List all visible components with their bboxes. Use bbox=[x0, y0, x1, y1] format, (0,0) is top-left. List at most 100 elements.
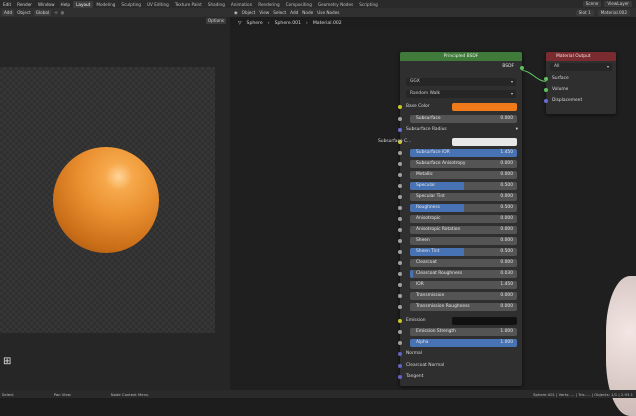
ne-node-menu[interactable]: Node bbox=[302, 10, 313, 15]
viewport-add-menu[interactable]: Add bbox=[2, 9, 15, 16]
field-value: 0.000 bbox=[500, 238, 513, 243]
workspace-tab-geometry-nodes[interactable]: Geometry Nodes bbox=[315, 1, 356, 8]
field-slider[interactable]: Specular Tint 0.000 bbox=[410, 193, 517, 201]
subsurface-color-swatch[interactable] bbox=[452, 138, 517, 146]
normal-socket[interactable] bbox=[398, 352, 402, 356]
principled-bsdf-node[interactable]: Principled BSDF BSDF GGX ▾ Random Walk ▾ B… bbox=[378, 52, 524, 386]
use-nodes-checkbox[interactable]: Use Nodes bbox=[317, 10, 339, 15]
alpha-value: 1.000 bbox=[500, 340, 513, 345]
target-dropdown[interactable]: All ▾ bbox=[550, 63, 612, 71]
orange-sphere-object[interactable] bbox=[53, 147, 159, 253]
field-input-socket[interactable] bbox=[398, 305, 402, 309]
node-editor-type-icon[interactable]: ◉ bbox=[234, 10, 238, 15]
field-slider[interactable]: IOR 1.450 bbox=[410, 281, 517, 289]
workspace-tab-shading[interactable]: Shading bbox=[205, 1, 228, 8]
field-slider[interactable]: Clearcoat 0.000 bbox=[410, 259, 517, 267]
field-input-socket[interactable] bbox=[398, 162, 402, 166]
workspace-tab-uv-editing[interactable]: UV Editing bbox=[144, 1, 172, 8]
field-input-socket[interactable] bbox=[398, 151, 402, 155]
emission-color-swatch[interactable] bbox=[452, 317, 517, 325]
subsurface-method-dropdown[interactable]: Random Walk ▾ bbox=[406, 90, 516, 98]
workspace-tab-layout[interactable]: Layout bbox=[73, 0, 94, 8]
menu-help[interactable]: Help bbox=[58, 2, 74, 7]
field-input-socket[interactable] bbox=[398, 228, 402, 232]
field-value: 0.030 bbox=[500, 271, 513, 276]
menu-render[interactable]: Render bbox=[14, 2, 35, 7]
alpha-slider[interactable]: Alpha 1.000 bbox=[410, 339, 517, 347]
view-layer-selector[interactable]: ViewLayer bbox=[604, 1, 632, 7]
field-slider[interactable]: Sheen 0.000 bbox=[410, 237, 517, 245]
workspace-tab-rendering[interactable]: Rendering bbox=[255, 1, 282, 8]
displacement-socket[interactable] bbox=[544, 99, 548, 103]
field-slider[interactable]: Specular 0.500 bbox=[410, 182, 517, 190]
subsurface-slider[interactable]: Subsurface 0.000 bbox=[410, 115, 517, 123]
workspace-tab-modeling[interactable]: Modeling bbox=[93, 1, 118, 8]
workspace-tab-animation[interactable]: Animation bbox=[228, 1, 255, 8]
field-input-socket[interactable] bbox=[398, 184, 402, 188]
field-input-socket[interactable] bbox=[398, 217, 402, 221]
surface-socket[interactable] bbox=[544, 77, 548, 81]
clearcoat-normal-row: Clearcoat Normal bbox=[398, 361, 522, 371]
ne-select-menu[interactable]: Select bbox=[273, 10, 286, 15]
field-slider[interactable]: Subsurface IOR 1.450 bbox=[410, 149, 517, 157]
clearcoat-normal-socket[interactable] bbox=[398, 364, 402, 368]
options-dropdown[interactable]: Options bbox=[205, 18, 226, 24]
tangent-socket[interactable] bbox=[398, 375, 402, 379]
field-input-socket[interactable] bbox=[398, 272, 402, 276]
emission-socket[interactable] bbox=[398, 319, 402, 323]
menu-window[interactable]: Window bbox=[35, 2, 58, 7]
breadcrumb-separator-icon: › bbox=[306, 20, 308, 26]
scene-selector[interactable]: Scene bbox=[582, 1, 602, 7]
field-input-socket[interactable] bbox=[398, 195, 402, 199]
bsdf-output-label: BSDF bbox=[502, 64, 514, 69]
subsurface-socket[interactable] bbox=[398, 117, 402, 121]
field-slider[interactable]: Roughness 0.500 bbox=[410, 204, 517, 212]
surface-row: Surface bbox=[544, 74, 616, 84]
workspace-tab-compositing[interactable]: Compositing bbox=[283, 1, 315, 8]
ne-add-menu[interactable]: Add bbox=[290, 10, 298, 15]
principled-node-title[interactable]: Principled BSDF bbox=[400, 52, 522, 61]
transform-orientation-dropdown[interactable]: Global bbox=[33, 9, 52, 16]
ne-object-menu[interactable]: Object bbox=[242, 10, 256, 15]
field-input-socket[interactable] bbox=[398, 173, 402, 177]
field-slider[interactable]: Subsurface Anisotropy 0.000 bbox=[410, 160, 517, 168]
volume-socket[interactable] bbox=[544, 88, 548, 92]
base-color-swatch[interactable] bbox=[452, 103, 517, 111]
displacement-row: Displacement bbox=[544, 96, 616, 106]
field-input-socket[interactable] bbox=[398, 250, 402, 254]
workspace-tab-sculpting[interactable]: Sculpting bbox=[118, 1, 144, 8]
field-input-socket[interactable] bbox=[398, 294, 402, 298]
menu-edit[interactable]: Edit bbox=[0, 2, 14, 7]
material-output-title[interactable]: Material Output bbox=[546, 52, 616, 61]
chevron-down-icon[interactable]: ▾ bbox=[516, 125, 518, 135]
proportional-edit-icon[interactable]: ◎ bbox=[61, 10, 65, 15]
field-slider[interactable]: Sheen Tint 0.500 bbox=[410, 248, 517, 256]
ne-view-menu[interactable]: View bbox=[259, 10, 269, 15]
subsurface-radius-socket[interactable] bbox=[398, 128, 402, 132]
field-input-socket[interactable] bbox=[398, 206, 402, 210]
material-output-node[interactable]: Material Output All ▾ Surface Volume Disp… bbox=[544, 52, 616, 114]
emission-strength-slider[interactable]: Emission Strength 1.000 bbox=[410, 328, 517, 336]
viewport-object-menu[interactable]: Object bbox=[17, 10, 31, 15]
field-input-socket[interactable] bbox=[398, 283, 402, 287]
snap-icon[interactable]: ⊹ bbox=[54, 10, 58, 15]
field-slider[interactable]: Anisotropic Rotation 0.000 bbox=[410, 226, 517, 234]
distribution-dropdown[interactable]: GGX ▾ bbox=[406, 78, 516, 86]
alpha-socket[interactable] bbox=[398, 341, 402, 345]
base-color-socket[interactable] bbox=[398, 105, 402, 109]
workspace-tab-scripting[interactable]: Scripting bbox=[356, 1, 381, 8]
field-slider[interactable]: Anisotropic 0.000 bbox=[410, 215, 517, 223]
emission-strength-socket[interactable] bbox=[398, 330, 402, 334]
field-input-socket[interactable] bbox=[398, 239, 402, 243]
bsdf-output-socket[interactable] bbox=[520, 66, 524, 70]
material-slot-dropdown[interactable]: Slot 1 bbox=[575, 9, 594, 16]
field-input-socket[interactable] bbox=[398, 261, 402, 265]
field-label: Transmission bbox=[416, 293, 445, 298]
field-slider[interactable]: Transmission 0.000 bbox=[410, 292, 517, 300]
field-value: 0.000 bbox=[500, 172, 513, 177]
field-slider[interactable]: Clearcoat Roughness 0.030 bbox=[410, 270, 517, 278]
field-slider[interactable]: Transmission Roughness 0.000 bbox=[410, 303, 517, 311]
material-name-field[interactable]: Material.002 bbox=[597, 9, 630, 16]
workspace-tab-texture-paint[interactable]: Texture Paint bbox=[172, 1, 205, 8]
field-slider[interactable]: Metallic 0.000 bbox=[410, 171, 517, 179]
